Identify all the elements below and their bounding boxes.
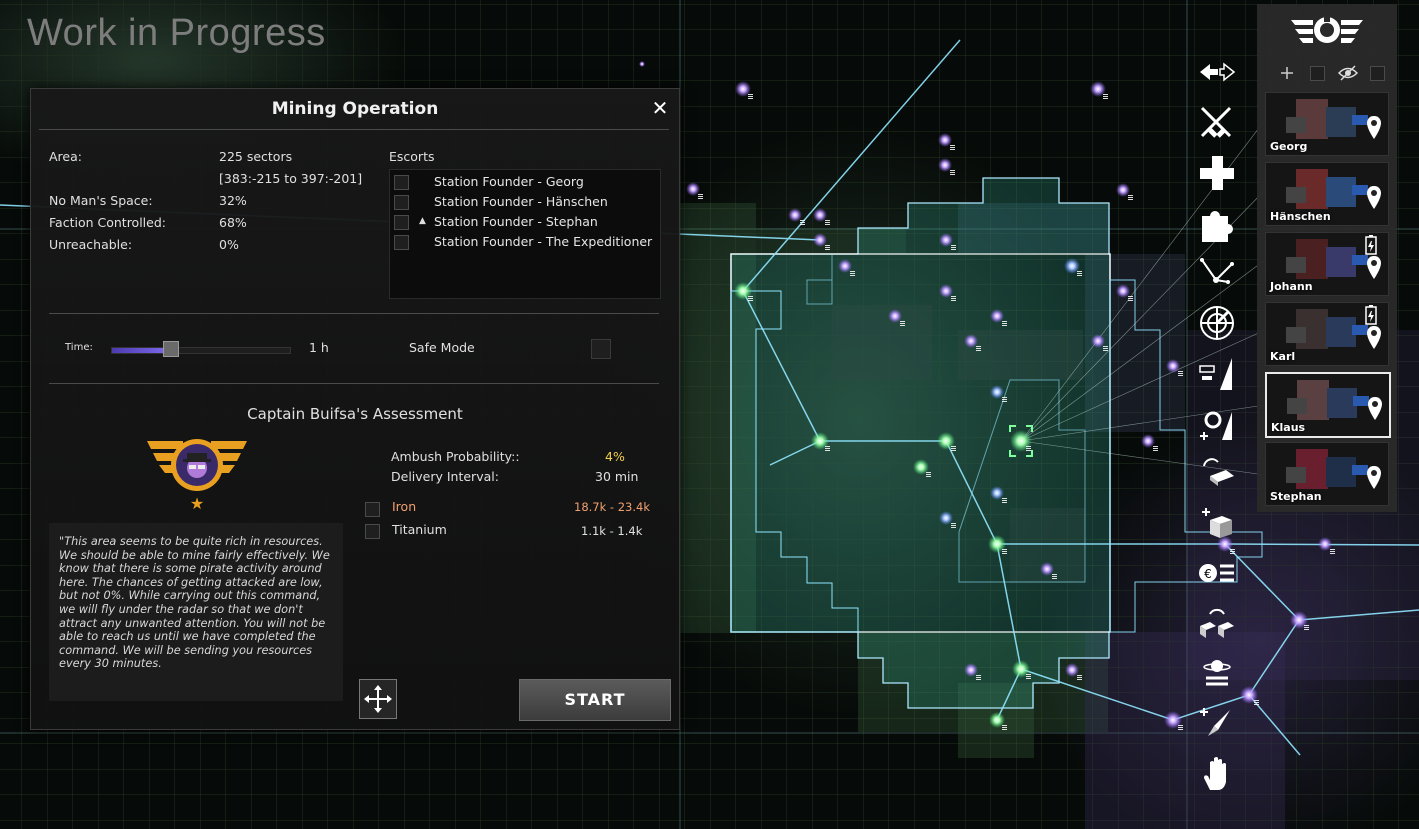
location-pin-icon[interactable]	[1366, 115, 1382, 141]
ship-card-johann[interactable]: Johann	[1265, 232, 1389, 296]
escort-checkbox[interactable]	[394, 215, 409, 230]
unreachable-label: Unreachable:	[49, 237, 133, 252]
battery-icon	[1365, 305, 1377, 325]
ship-name: Johann	[1270, 280, 1313, 293]
escort-name: Station Founder - Stephan	[434, 214, 598, 229]
coin-list-icon[interactable]: €	[1196, 552, 1238, 594]
star-icon: ★	[190, 494, 204, 513]
area-value: 225 sectors	[219, 149, 293, 164]
time-value: 1 h	[309, 340, 329, 355]
ambush-label: Ambush Probability::	[391, 449, 520, 464]
dialog-title: Mining Operation	[271, 99, 439, 119]
mining-operation-dialog: Mining Operation ✕ Area: 225 sectors [38…	[30, 88, 680, 730]
no-mans-space-label: No Man's Space:	[49, 193, 153, 208]
location-pin-icon[interactable]	[1367, 396, 1383, 422]
ship-name: Klaus	[1271, 421, 1306, 434]
location-pin-icon[interactable]	[1366, 185, 1382, 211]
sector-build-icon[interactable]	[1196, 352, 1238, 394]
ship-name: Karl	[1270, 350, 1296, 363]
escort-name: Station Founder - The Expeditioner	[434, 234, 653, 249]
safe-mode-checkbox[interactable]	[591, 339, 611, 359]
trade-cargo-icon[interactable]	[1196, 602, 1238, 644]
planet-icon[interactable]	[1196, 652, 1238, 694]
divider	[49, 313, 659, 314]
escort-row[interactable]: Station Founder - The Expeditioner	[390, 232, 660, 252]
assessment-title: Captain Buifsa's Assessment	[247, 405, 463, 423]
location-pin-icon[interactable]	[1366, 255, 1382, 281]
time-label: Time:	[65, 342, 93, 353]
move-arrows-icon[interactable]	[359, 679, 397, 719]
svg-text:€: €	[1204, 567, 1212, 581]
escort-checkbox[interactable]	[394, 175, 409, 190]
visibility-checkbox[interactable]	[1370, 66, 1385, 81]
puzzle-icon[interactable]	[1196, 202, 1238, 244]
captain-portrait: ★	[147, 439, 247, 513]
ship-card-hänschen[interactable]: Hänschen	[1265, 162, 1389, 226]
escort-list: Station Founder - Georg Station Founder …	[389, 169, 661, 299]
area-label: Area:	[49, 149, 82, 164]
start-button[interactable]: START	[519, 679, 671, 721]
assessment-quote-box: "This area seems to be quite rich in res…	[49, 523, 343, 701]
swap-arrows-icon[interactable]	[1196, 56, 1238, 98]
ship-list-panel: Georg Hänschen Johann Karl Klaus Stephan	[1257, 4, 1397, 512]
escort-row[interactable]: Station Founder - Hänschen	[390, 192, 660, 212]
crossed-swords-icon[interactable]	[1196, 102, 1238, 144]
escort-checkbox[interactable]	[394, 235, 409, 250]
time-slider-handle[interactable]	[162, 341, 179, 357]
ship-name: Georg	[1270, 140, 1308, 153]
resource-name: Iron	[392, 499, 417, 514]
eye-slash-icon[interactable]	[1337, 64, 1359, 82]
divider	[49, 383, 659, 384]
tree-filter-icon[interactable]	[1277, 64, 1297, 82]
titanium-checkbox[interactable]	[365, 524, 380, 539]
escort-name: Station Founder - Hänschen	[434, 194, 608, 209]
escort-name: Station Founder - Georg	[434, 174, 584, 189]
faction-controlled-value: 68%	[219, 215, 247, 230]
ship-card-karl[interactable]: Karl	[1265, 302, 1389, 366]
ship-name: Stephan	[1270, 490, 1322, 503]
escorts-label: Escorts	[389, 149, 435, 164]
time-slider-track[interactable]	[111, 347, 291, 354]
safe-mode-label: Safe Mode	[409, 340, 475, 355]
unreachable-value: 0%	[219, 237, 239, 252]
overlay-title: Work in Progress	[27, 12, 326, 54]
hand-icon[interactable]	[1196, 752, 1238, 794]
battery-icon	[1365, 235, 1377, 255]
refine-icon[interactable]	[1196, 452, 1238, 494]
iron-checkbox[interactable]	[365, 502, 380, 517]
tree-filter-checkbox[interactable]	[1310, 66, 1325, 81]
area-coordinates: [383:-215 to 397:-201]	[219, 171, 363, 186]
radar-icon[interactable]	[1196, 302, 1238, 344]
interval-value: 30 min	[595, 469, 639, 484]
plus-icon[interactable]	[1196, 152, 1238, 194]
no-mans-space-value: 32%	[219, 193, 247, 208]
interval-label: Delivery Interval:	[391, 469, 499, 484]
add-rocket-icon[interactable]	[1196, 702, 1238, 744]
close-icon[interactable]: ✕	[649, 97, 671, 119]
resource-range: 18.7k - 23.4k	[574, 500, 650, 514]
ship-name: Hänschen	[1270, 210, 1331, 223]
resource-name: Titanium	[392, 522, 447, 537]
location-pin-icon[interactable]	[1366, 325, 1382, 351]
ambush-value: 4%	[605, 449, 625, 464]
faction-controlled-label: Faction Controlled:	[49, 215, 166, 230]
add-cargo-icon[interactable]	[1196, 502, 1238, 544]
gear-build-icon[interactable]	[1196, 402, 1238, 444]
escort-row[interactable]: ▲ Station Founder - Stephan	[390, 212, 660, 232]
ship-card-klaus[interactable]: Klaus	[1265, 372, 1391, 438]
divider	[39, 129, 669, 130]
resource-range: 1.1k - 1.4k	[581, 524, 643, 538]
ship-card-stephan[interactable]: Stephan	[1265, 442, 1389, 506]
ship-card-georg[interactable]: Georg	[1265, 92, 1389, 156]
escort-checkbox[interactable]	[394, 195, 409, 210]
escort-marker: ▲	[419, 216, 426, 226]
assessment-quote: "This area seems to be quite rich in res…	[59, 535, 330, 671]
scatter-icon[interactable]	[1196, 252, 1238, 294]
location-pin-icon[interactable]	[1366, 465, 1382, 491]
faction-emblem-icon	[1291, 16, 1363, 43]
escort-row[interactable]: Station Founder - Georg	[390, 172, 660, 192]
